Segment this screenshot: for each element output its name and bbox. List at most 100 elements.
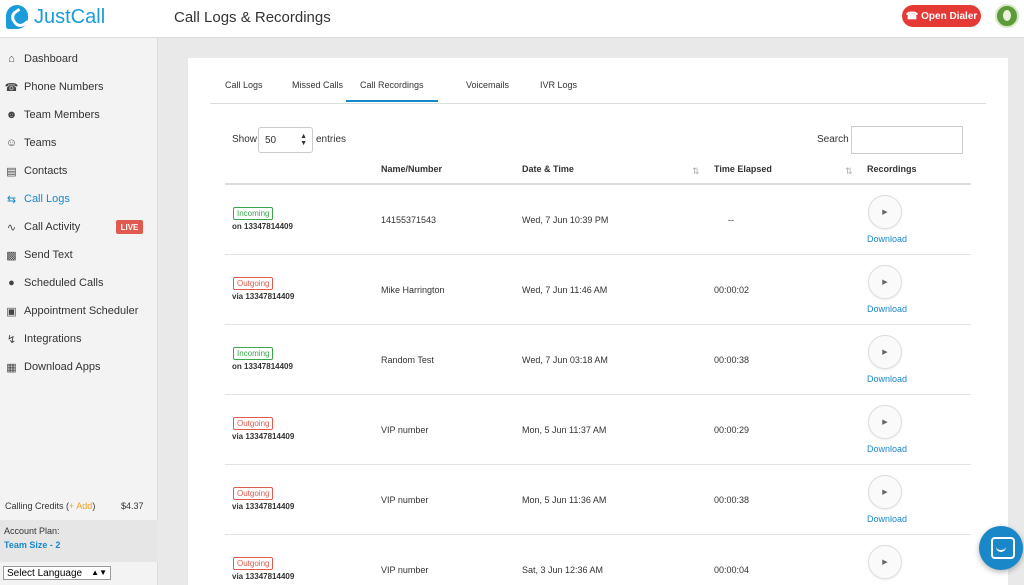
sidebar-item-label: Teams <box>24 137 57 149</box>
entries-value: 50 <box>265 135 277 146</box>
sidebar-item-contacts[interactable]: ▤ Contacts <box>0 159 158 183</box>
home-icon: ⌂ <box>8 53 15 65</box>
call-datetime: Wed, 7 Jun 11:46 AM <box>522 285 608 295</box>
via-number: via 13347814409 <box>232 572 295 581</box>
call-datetime: Wed, 7 Jun 10:39 PM <box>522 215 609 225</box>
open-dialer-label: Open Dialer <box>921 10 978 22</box>
sidebar-item-label: Scheduled Calls <box>24 277 104 289</box>
table-row: Incoming on 13347814409 14155371543 Wed,… <box>225 185 971 255</box>
live-badge: LIVE <box>116 220 143 234</box>
play-icon: ▶ <box>882 349 888 356</box>
time-elapsed: 00:00:38 <box>714 355 750 365</box>
plan-value[interactable]: Team Size - 2 <box>4 540 154 550</box>
page-title: Call Logs & Recordings <box>174 9 331 26</box>
call-datetime: Mon, 5 Jun 11:36 AM <box>522 495 607 505</box>
play-icon: ▶ <box>882 419 888 426</box>
direction-badge: Outgoing <box>233 277 274 290</box>
play-button[interactable]: ▶ <box>868 545 902 579</box>
language-select[interactable]: Select Language ▲▼ <box>3 566 111 580</box>
download-link[interactable]: Download <box>867 304 907 314</box>
tab-voicemails[interactable]: Voicemails <box>466 80 509 100</box>
sidebar-item-label: Contacts <box>24 165 68 177</box>
select-arrows-icon: ▲▼ <box>300 133 307 147</box>
direction-badge: Outgoing <box>233 417 274 430</box>
tab-bar: Call Logs Missed Calls Call Recordings V… <box>210 58 986 104</box>
select-arrows-icon: ▲▼ <box>91 568 107 577</box>
justcall-logo-icon <box>6 5 28 29</box>
time-elapsed: 00:00:04 <box>714 565 750 575</box>
credits-amount: $4.37 <box>121 501 144 511</box>
download-link[interactable]: Download <box>867 374 907 384</box>
tab-call-recordings[interactable]: Call Recordings <box>346 80 438 102</box>
sidebar-item-call-activity[interactable]: ∿ Call Activity LIVE <box>0 215 158 239</box>
credits-close: ) <box>92 501 96 511</box>
sidebar-item-integrations[interactable]: ↯ Integrations <box>0 327 158 351</box>
users-icon: ☻ <box>5 109 18 121</box>
caller-name: Random Test <box>381 355 434 365</box>
column-header-time-elapsed[interactable]: Time Elapsed <box>714 164 772 174</box>
sidebar-item-label: Team Members <box>24 109 100 121</box>
credits-label: Calling Credits ( <box>5 501 70 511</box>
sidebar-item-send-text[interactable]: ▩ Send Text <box>0 243 158 267</box>
download-link[interactable]: Download <box>867 514 907 524</box>
sidebar-item-teams[interactable]: ☺ Teams <box>0 131 158 155</box>
justcall-logo[interactable]: JustCall <box>6 5 105 29</box>
add-credits-link[interactable]: + Add <box>69 501 92 511</box>
sort-icon[interactable]: ⇅ <box>692 166 700 177</box>
via-number: on 13347814409 <box>232 222 293 231</box>
sidebar-item-phone-numbers[interactable]: ☎ Phone Numbers <box>0 75 158 99</box>
search-input[interactable] <box>851 126 963 154</box>
table-row: Outgoing via 13347814409 VIP number Sat,… <box>225 535 971 585</box>
sidebar-item-label: Send Text <box>24 249 73 261</box>
tab-missed-calls[interactable]: Missed Calls <box>292 80 343 100</box>
main-card: Call Logs Missed Calls Call Recordings V… <box>188 58 1008 585</box>
via-number: via 13347814409 <box>232 432 295 441</box>
exchange-icon: ⇆ <box>6 193 17 206</box>
play-button[interactable]: ▶ <box>868 475 902 509</box>
download-link[interactable]: Download <box>867 234 907 244</box>
sidebar-item-label: Call Activity <box>24 221 81 233</box>
play-button[interactable]: ▶ <box>868 405 902 439</box>
column-header-name[interactable]: Name/Number <box>381 164 442 174</box>
calling-credits: Calling Credits (+ Add) $4.37 <box>5 501 145 511</box>
via-number: via 13347814409 <box>232 502 295 511</box>
column-header-date-time[interactable]: Date & Time <box>522 164 574 174</box>
play-icon: ▶ <box>882 559 888 566</box>
download-link[interactable]: Download <box>867 444 907 454</box>
open-dialer-button[interactable]: ☎ Open Dialer <box>902 5 981 27</box>
sidebar-item-label: Dashboard <box>24 53 78 65</box>
play-icon: ▶ <box>882 489 888 496</box>
sort-icon[interactable]: ⇅ <box>845 166 853 177</box>
sidebar-item-scheduled-calls[interactable]: ● Scheduled Calls <box>0 271 158 295</box>
table-row: Outgoing via 13347814409 VIP number Mon,… <box>225 465 971 535</box>
play-button[interactable]: ▶ <box>868 335 902 369</box>
sidebar-item-download-apps[interactable]: ▦ Download Apps <box>0 355 158 379</box>
sidebar-item-dashboard[interactable]: ⌂ Dashboard <box>0 47 158 71</box>
calendar-icon: ▣ <box>6 305 17 318</box>
sidebar-item-label: Call Logs <box>24 193 70 205</box>
entries-select[interactable]: 50 ▲ ▼ <box>258 127 313 153</box>
time-elapsed: 00:00:29 <box>714 425 750 435</box>
user-avatar[interactable] <box>995 4 1019 28</box>
caller-name: Mike Harrington <box>381 285 445 295</box>
direction-badge: Incoming <box>233 347 274 360</box>
language-value: Select Language <box>7 567 83 579</box>
play-button[interactable]: ▶ <box>868 195 902 229</box>
account-plan: Account Plan: Team Size - 2 <box>0 520 158 562</box>
phone-icon: ☎ <box>4 81 19 94</box>
sidebar-item-call-logs[interactable]: ⇆ Call Logs <box>0 187 158 211</box>
message-icon: ▩ <box>6 249 17 262</box>
pulse-icon: ∿ <box>6 221 17 234</box>
play-button[interactable]: ▶ <box>868 265 902 299</box>
caller-name: VIP number <box>381 495 429 505</box>
tab-ivr-logs[interactable]: IVR Logs <box>540 80 577 100</box>
chat-support-icon[interactable] <box>979 526 1023 570</box>
search-label: Search <box>817 134 849 145</box>
table-row: Outgoing via 13347814409 VIP number Mon,… <box>225 395 971 465</box>
sidebar-item-appointment-scheduler[interactable]: ▣ Appointment Scheduler <box>0 299 158 323</box>
sidebar-item-team-members[interactable]: ☻ Team Members <box>0 103 158 127</box>
tab-call-logs[interactable]: Call Logs <box>225 80 263 100</box>
phone-icon: ☎ <box>905 10 919 22</box>
time-elapsed: 00:00:02 <box>714 285 750 295</box>
sidebar: ⌂ Dashboard ☎ Phone Numbers ☻ Team Membe… <box>0 38 158 585</box>
